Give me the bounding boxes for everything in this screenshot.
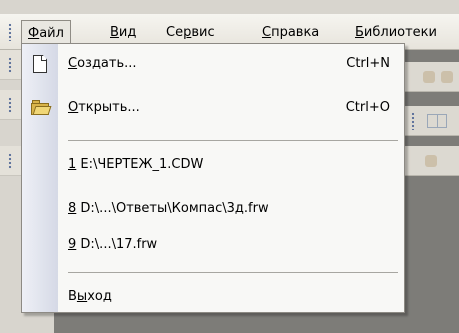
menu-item-recent-3[interactable]: 9 D:\...\17.frw xyxy=(22,230,404,260)
menu-service-label: вис xyxy=(191,25,215,40)
tool-button-icon[interactable] xyxy=(423,71,435,83)
menu-help[interactable]: Справка xyxy=(262,22,319,44)
menu-view-mnemonic: В xyxy=(110,25,119,40)
toolbar-grip-icon[interactable] xyxy=(8,97,12,113)
recent-2-label: D:\...\Ответы\Компас\3д.frw xyxy=(76,201,269,216)
file-menu-dropdown: Создать... Ctrl+N Открыть... Ctrl+O 1 E:… xyxy=(21,43,405,313)
recent-1-label: E:\ЧЕРТЕЖ_1.CDW xyxy=(76,157,204,172)
tool-button-icon[interactable] xyxy=(425,155,437,167)
menu-separator xyxy=(68,140,398,141)
menu-service-prefix: Се xyxy=(166,25,184,40)
open-label: ткрыть... xyxy=(78,100,140,115)
right-toolbar-1 xyxy=(405,62,459,92)
menu-help-mnemonic: С xyxy=(262,25,272,40)
menu-libraries-label: иблиотеки xyxy=(363,25,437,40)
open-shortcut: Ctrl+O xyxy=(345,100,390,115)
tool-button-icon[interactable] xyxy=(441,71,453,83)
menu-service[interactable]: Сервис xyxy=(166,22,215,44)
exit-label: ход xyxy=(87,289,112,304)
create-shortcut: Ctrl+N xyxy=(346,56,390,71)
workspace-area xyxy=(405,50,459,333)
menu-libraries[interactable]: Библиотеки xyxy=(355,22,437,44)
workspace-bottom xyxy=(54,312,405,333)
menu-libraries-mnemonic: Б xyxy=(355,25,364,40)
menu-item-recent-2[interactable]: 8 D:\...\Ответы\Компас\3д.frw xyxy=(22,194,404,224)
toolbar-grip-icon[interactable] xyxy=(8,57,12,73)
new-document-icon xyxy=(33,55,47,73)
open-folder-icon xyxy=(31,100,52,116)
create-mnemonic: С xyxy=(68,56,78,71)
menu-item-recent-1[interactable]: 1 E:\ЧЕРТЕЖ_1.CDW xyxy=(22,150,404,180)
open-mnemonic: О xyxy=(68,100,79,115)
menu-item-open[interactable]: Открыть... Ctrl+O xyxy=(22,93,404,123)
exit-mnemonic: ы xyxy=(76,289,88,304)
toolbar-grip-icon[interactable] xyxy=(8,153,12,169)
menu-view-label: ид xyxy=(118,25,137,40)
menu-item-exit[interactable]: Выход xyxy=(22,282,404,312)
menu-separator xyxy=(68,272,398,273)
recent-3-label: D:\...\17.frw xyxy=(76,237,158,252)
menu-help-label: правка xyxy=(271,25,320,40)
right-toolbar-3 xyxy=(405,146,459,176)
grid-icon[interactable] xyxy=(427,114,447,128)
menu-file-label: айл xyxy=(39,26,64,41)
right-toolbar-2 xyxy=(405,106,459,136)
exit-prefix: В xyxy=(68,289,77,304)
create-label: оздать... xyxy=(77,56,137,71)
menubar-grip-icon[interactable] xyxy=(8,23,12,41)
menu-view[interactable]: Вид xyxy=(110,22,136,44)
menu-file-mnemonic: Ф xyxy=(28,26,40,41)
menu-item-create[interactable]: Создать... Ctrl+N xyxy=(22,49,404,79)
toolbar-grip-icon[interactable] xyxy=(411,112,415,130)
